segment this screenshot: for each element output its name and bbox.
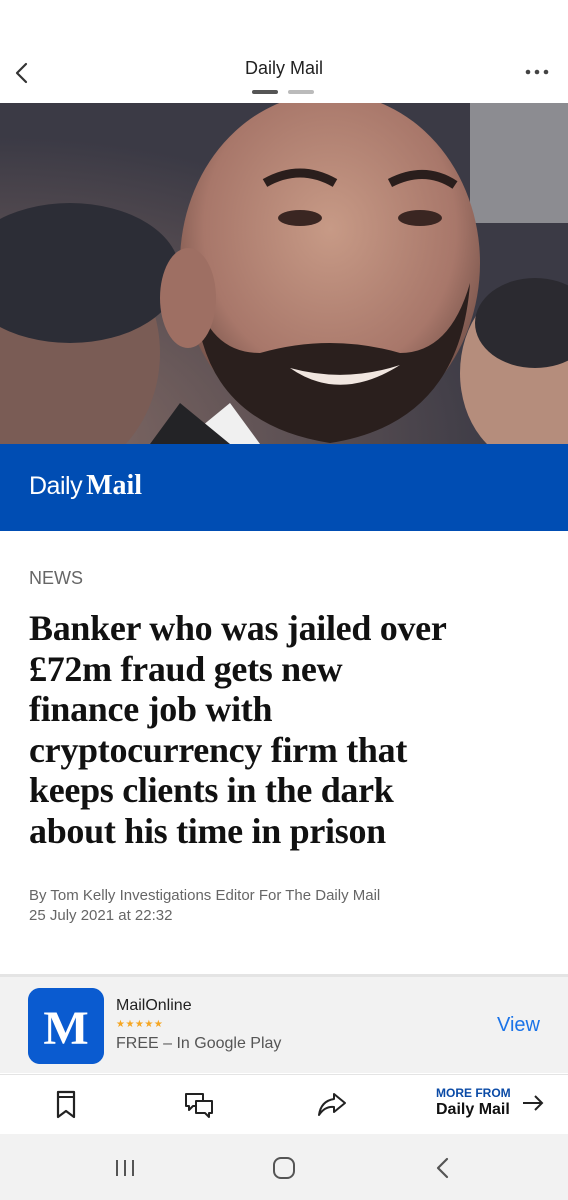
share-icon[interactable] (316, 1088, 348, 1120)
more-from-label[interactable]: MORE FROM (436, 1086, 511, 1100)
more-from-name[interactable]: Daily Mail (436, 1101, 510, 1119)
headline-line: Banker who was jailed over (29, 608, 447, 648)
svg-text:M: M (43, 1002, 88, 1055)
view-button[interactable]: View (497, 1014, 540, 1037)
headline-line: about his time in prison (29, 810, 386, 851)
daily-mail-logo: Daily Mail (29, 470, 142, 502)
bookmark-icon[interactable] (50, 1088, 82, 1120)
back-icon[interactable] (430, 1155, 456, 1181)
section-kicker: NEWS (29, 568, 83, 588)
byline-author: By Tom Kelly Investigations Editor For T… (29, 887, 381, 904)
app-header: Daily Mail (0, 0, 568, 103)
article-byline: By Tom Kelly Investigations Editor For T… (29, 886, 380, 926)
headline-line: finance job with (29, 689, 273, 729)
home-icon[interactable] (271, 1155, 297, 1181)
headline-line: cryptocurrency firm that (29, 729, 408, 770)
app-name: MailOnline (116, 997, 192, 1014)
app-subtitle: FREE – In Google Play (116, 1035, 282, 1052)
logo-mail-text: Mail (86, 470, 143, 501)
headline-line: £72m fraud gets new (29, 648, 343, 689)
headline-line: keeps clients in the dark (29, 770, 394, 810)
hero-photo (0, 103, 568, 444)
more-dots-icon[interactable] (524, 62, 550, 82)
arrow-right-icon[interactable] (522, 1094, 544, 1112)
article-headline: Banker who was jailed over £72m fraud ge… (29, 608, 549, 851)
page-title: Daily Mail (244, 58, 323, 78)
page-indicator (252, 90, 314, 94)
app-rating: ★★★★★ (116, 1019, 164, 1030)
byline-date: 25 July 2021 at 22:32 (29, 907, 173, 924)
mail-app-icon[interactable]: M (28, 988, 104, 1064)
recents-icon[interactable] (112, 1155, 138, 1181)
hero-image (0, 103, 568, 444)
comments-icon[interactable] (183, 1088, 215, 1120)
logo-daily-text: Daily (29, 472, 83, 500)
